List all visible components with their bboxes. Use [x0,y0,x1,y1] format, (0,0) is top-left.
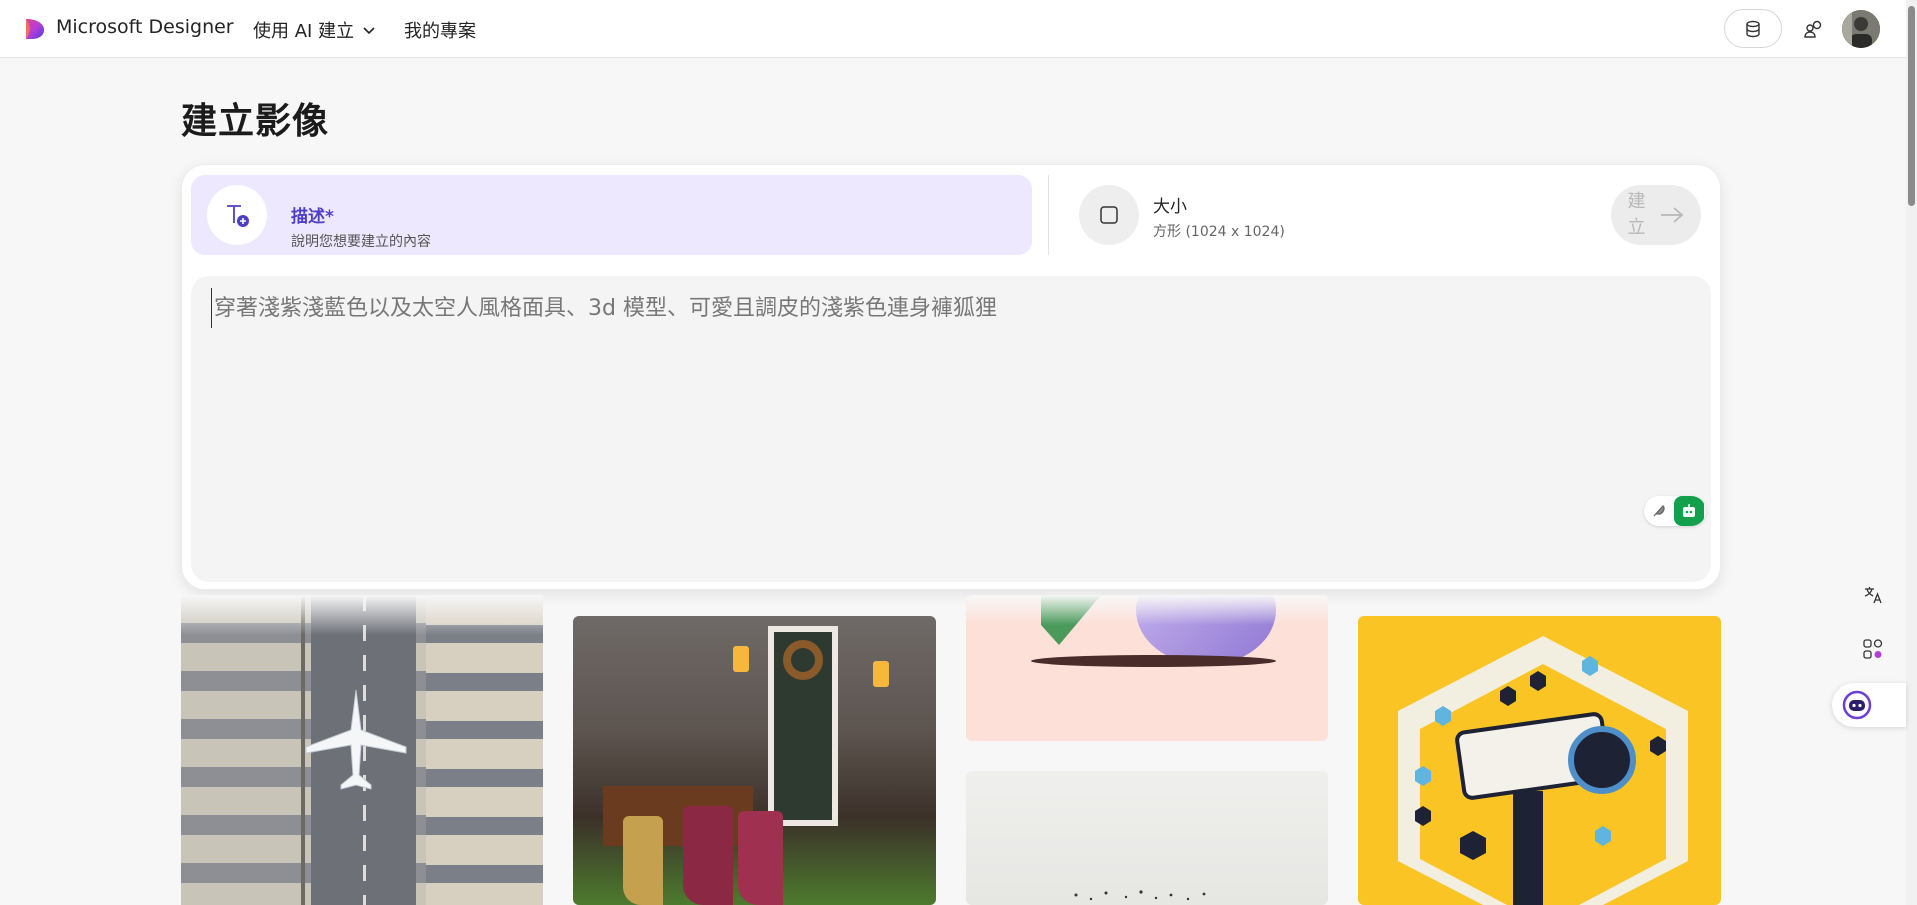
birds-image [1074,890,1206,901]
image-camera-pole [1513,791,1543,905]
image-fade [966,595,1328,625]
feather-icon [1653,505,1665,517]
image-boot [623,816,663,905]
bot-icon [1683,504,1695,517]
translate-icon [1864,587,1882,604]
tab-divider [1048,175,1049,255]
gallery-image-boots-porch[interactable] [573,616,936,905]
image-lamp [873,661,889,687]
avatar[interactable] [1842,10,1880,48]
describe-tab[interactable]: 描述* 說明您想要建立的內容 [191,175,1032,255]
nav-create-label: 使用 AI 建立 [253,21,355,42]
image-shadow [1031,655,1276,667]
describe-title: 描述* [291,207,334,227]
image-lamp [733,646,749,672]
image-wreath [783,640,823,680]
bot-button[interactable] [1674,496,1704,526]
designer-logo-icon[interactable] [22,17,46,41]
prompt-area [191,276,1711,582]
prompt-input[interactable] [211,288,1611,328]
gallery-image-security-camera[interactable] [1358,616,1721,905]
gallery-image-chat-bubble[interactable] [966,595,1328,741]
page-scrollbar[interactable] [1906,0,1917,905]
copilot-button[interactable] [1832,683,1906,727]
avatar-image [1842,10,1880,48]
copilot-icon [1842,690,1872,720]
size-subtitle[interactable]: 方形 (1024 x 1024) [1153,221,1285,241]
size-title[interactable]: 大小 [1153,192,1187,217]
prompt-tools [1644,496,1706,526]
image-camera-lens [1568,726,1636,794]
image-boot [738,811,783,905]
describe-icon-circle [207,185,267,245]
airplane-image [305,689,407,790]
gallery-image-birds[interactable] [966,771,1328,905]
page-title: 建立影像 [181,101,330,142]
image-fade [181,595,543,635]
translate-button[interactable] [1856,578,1890,612]
coin-stack-icon [1746,20,1760,37]
nav-my-projects[interactable]: 我的專案 [404,17,476,43]
create-button[interactable]: 建立 [1611,185,1701,245]
people-icon [1804,20,1822,38]
scrollbar-thumb[interactable] [1908,6,1915,206]
apps-button[interactable] [1856,632,1890,666]
feather-button[interactable] [1644,496,1674,526]
gallery-image-airport[interactable] [181,595,543,905]
chevron-down-icon [363,27,375,35]
brand-name[interactable]: Microsoft Designer [56,16,234,38]
image-boot [683,806,733,905]
size-selector[interactable] [1079,185,1139,245]
arrow-right-icon [1660,207,1683,223]
image-buildings [426,595,543,905]
nav-create-with-ai[interactable]: 使用 AI 建立 [253,17,376,43]
create-image-card: 描述* 說明您想要建立的內容 大小 方形 (1024 x 1024) 建立 [181,164,1721,590]
top-bar: Microsoft Designer 使用 AI 建立 我的專案 [0,0,1906,58]
create-button-label: 建立 [1627,191,1646,238]
describe-subtitle: 說明您想要建立的內容 [291,234,431,250]
apps-icon [1863,639,1883,659]
credits-button[interactable] [1724,9,1782,48]
text-add-icon [227,205,249,227]
square-icon [1100,206,1118,224]
people-button[interactable] [1797,12,1831,46]
